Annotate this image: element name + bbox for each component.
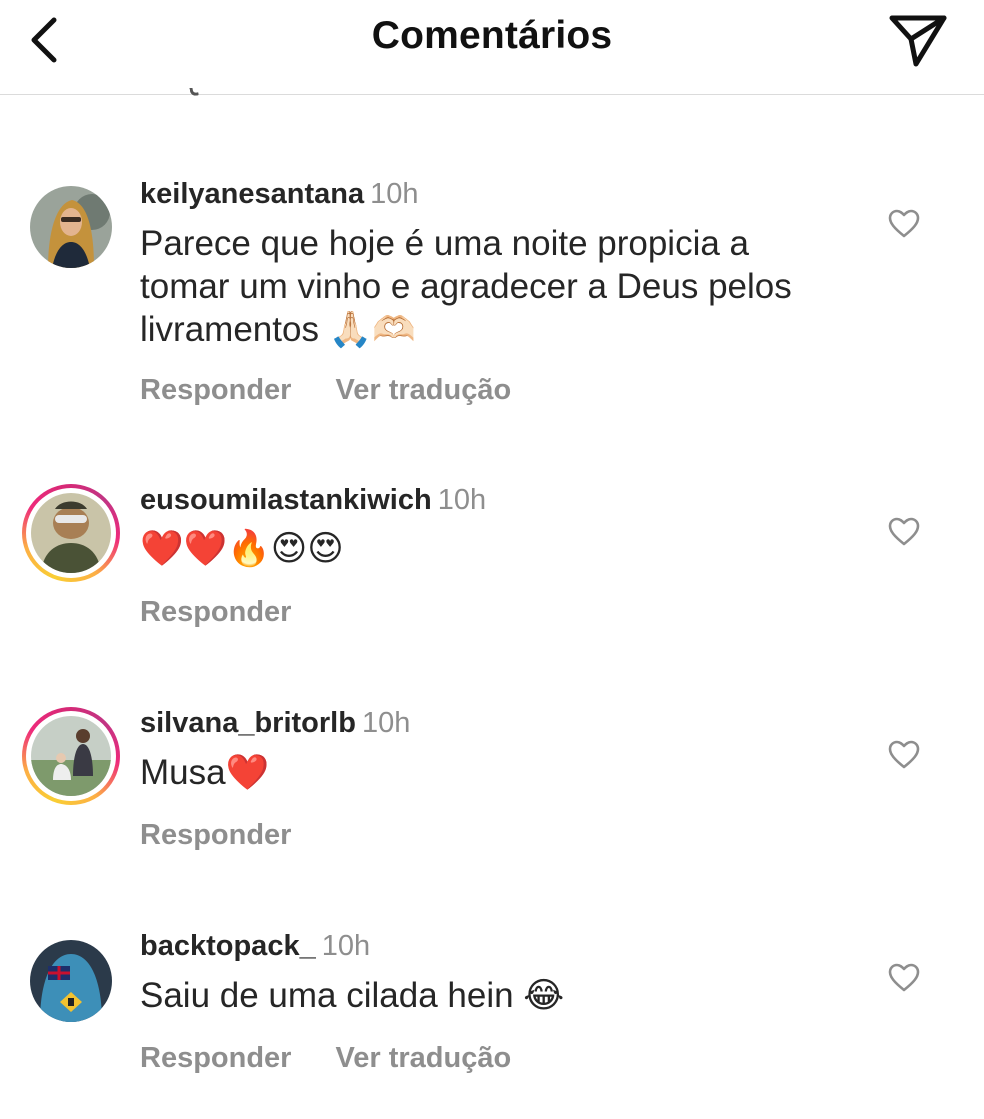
comment-text: Musa❤️ bbox=[140, 753, 270, 792]
avatar-image bbox=[30, 940, 112, 1022]
comment-actions: Responder bbox=[140, 819, 291, 852]
avatar[interactable] bbox=[22, 932, 120, 1030]
comment-actions: Responder Ver tradução bbox=[140, 1042, 511, 1075]
comment-meta: backtopack_ 10h bbox=[140, 930, 370, 963]
avatar-story-ring[interactable] bbox=[22, 707, 120, 805]
reply-button[interactable]: Responder bbox=[140, 1042, 291, 1074]
username[interactable]: backtopack_ bbox=[140, 930, 316, 962]
comment-text: ❤️❤️🔥😍😍 bbox=[140, 529, 344, 569]
translate-button[interactable]: Ver tradução bbox=[335, 1042, 511, 1074]
avatar[interactable] bbox=[22, 178, 120, 276]
like-button[interactable] bbox=[886, 206, 922, 242]
username[interactable]: eusoumilastankiwich bbox=[140, 484, 432, 516]
comment-meta: silvana_britorlb 10h bbox=[140, 707, 410, 740]
timestamp: 10h bbox=[321, 930, 371, 962]
like-button[interactable] bbox=[886, 960, 922, 996]
page-title: Comentários bbox=[371, 14, 613, 57]
comment-text: Saiu de uma cilada hein 😂 bbox=[140, 976, 565, 1015]
username[interactable]: keilyanesantana bbox=[140, 178, 364, 210]
avatar-story-ring[interactable] bbox=[22, 484, 120, 582]
timestamp: 10h bbox=[370, 178, 419, 210]
header: Comentários bbox=[0, 0, 984, 95]
clipped-previous-text bbox=[178, 88, 238, 102]
paper-plane-icon bbox=[889, 15, 947, 67]
comment-actions: Responder Ver tradução bbox=[140, 374, 511, 407]
comment-actions: Responder bbox=[140, 596, 291, 629]
comments-screen: Comentários keilyanesantana 10h Parece q… bbox=[0, 0, 984, 1119]
like-button[interactable] bbox=[886, 514, 922, 550]
avatar-image bbox=[31, 716, 111, 796]
translate-button[interactable]: Ver tradução bbox=[335, 374, 511, 406]
reply-button[interactable]: Responder bbox=[140, 596, 291, 628]
timestamp: 10h bbox=[437, 484, 487, 516]
avatar-image bbox=[30, 186, 112, 268]
avatar-image bbox=[31, 493, 111, 573]
heart-icon bbox=[888, 963, 920, 992]
share-button[interactable] bbox=[886, 8, 950, 72]
comment-text: Parece que hoje é uma noite propicia a t… bbox=[140, 224, 792, 349]
heart-icon bbox=[888, 517, 920, 546]
username[interactable]: silvana_britorlb bbox=[140, 707, 356, 739]
timestamp: 10h bbox=[361, 707, 411, 739]
heart-icon bbox=[888, 209, 920, 238]
comment-meta: keilyanesantana 10h bbox=[140, 178, 418, 211]
comment-meta: eusoumilastankiwich 10h bbox=[140, 484, 486, 517]
reply-button[interactable]: Responder bbox=[140, 819, 291, 851]
heart-icon bbox=[888, 740, 920, 769]
like-button[interactable] bbox=[886, 737, 922, 773]
reply-button[interactable]: Responder bbox=[140, 374, 291, 406]
